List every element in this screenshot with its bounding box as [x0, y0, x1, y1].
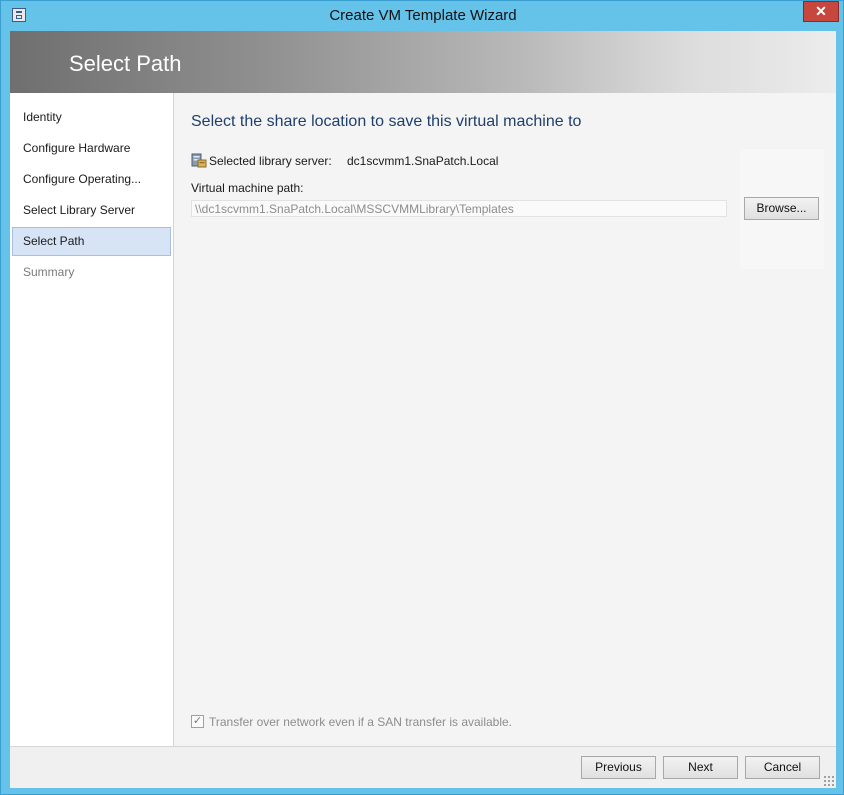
step-configure-hardware[interactable]: Configure Hardware	[12, 134, 171, 163]
window-title: Create VM Template Wizard	[329, 7, 517, 24]
step-summary: Summary	[23, 265, 75, 279]
resize-grip-icon[interactable]	[823, 775, 835, 787]
browse-button[interactable]: Browse...	[744, 197, 819, 220]
transfer-over-network-checkbox[interactable]: ✓	[191, 715, 204, 728]
step-identity[interactable]: Identity	[12, 103, 171, 132]
library-server-value: dc1scvmm1.SnaPatch.Local	[347, 154, 499, 168]
close-button[interactable]: ✕	[803, 1, 839, 22]
wizard-steps-sidebar: Identity Configure Hardware Configure Op…	[10, 93, 174, 746]
previous-button[interactable]: Previous	[581, 756, 656, 779]
wizard-client: Select Path Identity Configure Hardware …	[10, 31, 836, 788]
step-configure-operating-system[interactable]: Configure Operating...	[12, 165, 171, 194]
vm-path-field[interactable]	[191, 200, 727, 217]
checkmark-icon: ✓	[192, 715, 203, 727]
transfer-over-network-label: Transfer over network even if a SAN tran…	[209, 715, 513, 729]
wizard-window: Create VM Template Wizard ✕ Select Path …	[0, 0, 844, 795]
content-pane: Select the share location to save this v…	[174, 93, 836, 746]
next-button[interactable]: Next	[663, 756, 738, 779]
page-title: Select Path	[69, 51, 182, 76]
title-bar[interactable]: Create VM Template Wizard ✕	[1, 1, 844, 31]
content-heading: Select the share location to save this v…	[191, 113, 582, 130]
wizard-footer: Previous Next Cancel	[10, 746, 836, 788]
step-select-library-server[interactable]: Select Library Server	[12, 196, 171, 225]
step-select-path[interactable]: Select Path	[12, 227, 171, 256]
browse-panel: Browse...	[740, 149, 824, 269]
cancel-button[interactable]: Cancel	[745, 756, 820, 779]
library-server-icon	[191, 153, 207, 168]
wizard-header: Select Path	[10, 31, 836, 93]
vm-path-label: Virtual machine path:	[191, 181, 304, 195]
library-server-label: Selected library server:	[209, 154, 332, 168]
